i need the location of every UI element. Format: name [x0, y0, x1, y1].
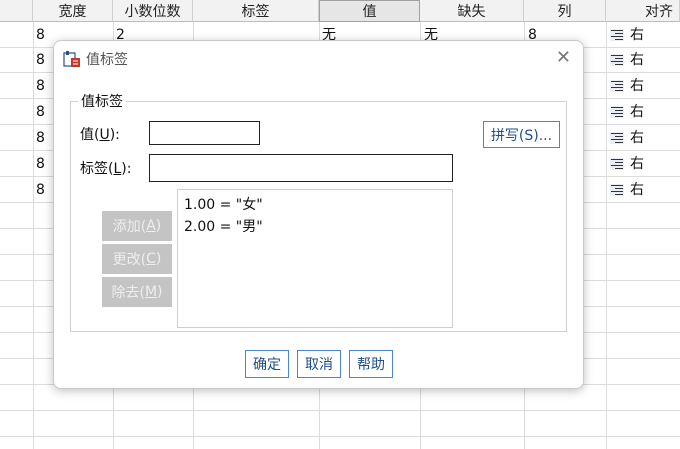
spell-button[interactable]: 拼写(S)...: [483, 121, 560, 148]
header-columns[interactable]: 列: [524, 0, 606, 22]
ok-button[interactable]: 确定: [245, 350, 289, 378]
cell-align[interactable]: 右: [630, 76, 644, 96]
cell-align[interactable]: 右: [630, 50, 644, 70]
label-label: 标签(L):: [80, 161, 132, 177]
cell-align[interactable]: 右: [630, 102, 644, 122]
cell-width[interactable]: 8: [36, 76, 45, 96]
header-blank: [0, 0, 33, 22]
align-right-icon: [610, 29, 624, 41]
align-right-icon: [610, 106, 624, 118]
align-right-icon: [610, 132, 624, 144]
cell-align[interactable]: 右: [630, 128, 644, 148]
help-button[interactable]: 帮助: [349, 350, 393, 378]
header-missing[interactable]: 缺失: [420, 0, 524, 22]
list-item[interactable]: 1.00 = "女": [184, 194, 446, 216]
cancel-button[interactable]: 取消: [297, 350, 341, 378]
cell-align[interactable]: 右: [630, 154, 644, 174]
align-right-icon: [610, 184, 624, 196]
dialog-title: 值标签: [86, 52, 128, 68]
align-right-icon: [610, 80, 624, 92]
align-right-icon: [610, 54, 624, 66]
header-label[interactable]: 标签: [193, 0, 319, 22]
cell-width[interactable]: 8: [36, 154, 45, 174]
add-button[interactable]: 添加(A): [102, 211, 172, 241]
header-values[interactable]: 值: [319, 0, 420, 22]
cell-width[interactable]: 8: [36, 50, 45, 70]
value-label: 值(U):: [80, 127, 120, 143]
group-title: 值标签: [78, 91, 126, 111]
value-labels-list[interactable]: 1.00 = "女" 2.00 = "男": [177, 189, 453, 328]
change-button[interactable]: 更改(C): [102, 244, 172, 274]
header-decimals[interactable]: 小数位数: [113, 0, 193, 22]
cell-width[interactable]: 8: [36, 102, 45, 122]
cell-align[interactable]: 右: [630, 25, 644, 45]
header-width[interactable]: 宽度: [33, 0, 113, 22]
value-input[interactable]: [149, 121, 260, 145]
label-input[interactable]: [149, 154, 453, 182]
cell-width[interactable]: 8: [36, 25, 45, 45]
cell-width[interactable]: 8: [36, 180, 45, 200]
cell-width[interactable]: 8: [36, 128, 45, 148]
header-align[interactable]: 对齐: [606, 0, 680, 22]
cell-align[interactable]: 右: [630, 180, 644, 200]
value-labels-dialog: 值标签 ✕ 值标签 值(U): 拼写(S)... 标签(L): 添加(A) 更改…: [53, 40, 584, 389]
list-item[interactable]: 2.00 = "男": [184, 216, 446, 238]
value-label-icon: [63, 51, 80, 67]
close-icon[interactable]: ✕: [556, 47, 571, 68]
align-right-icon: [610, 158, 624, 170]
remove-button[interactable]: 除去(M): [102, 277, 172, 307]
